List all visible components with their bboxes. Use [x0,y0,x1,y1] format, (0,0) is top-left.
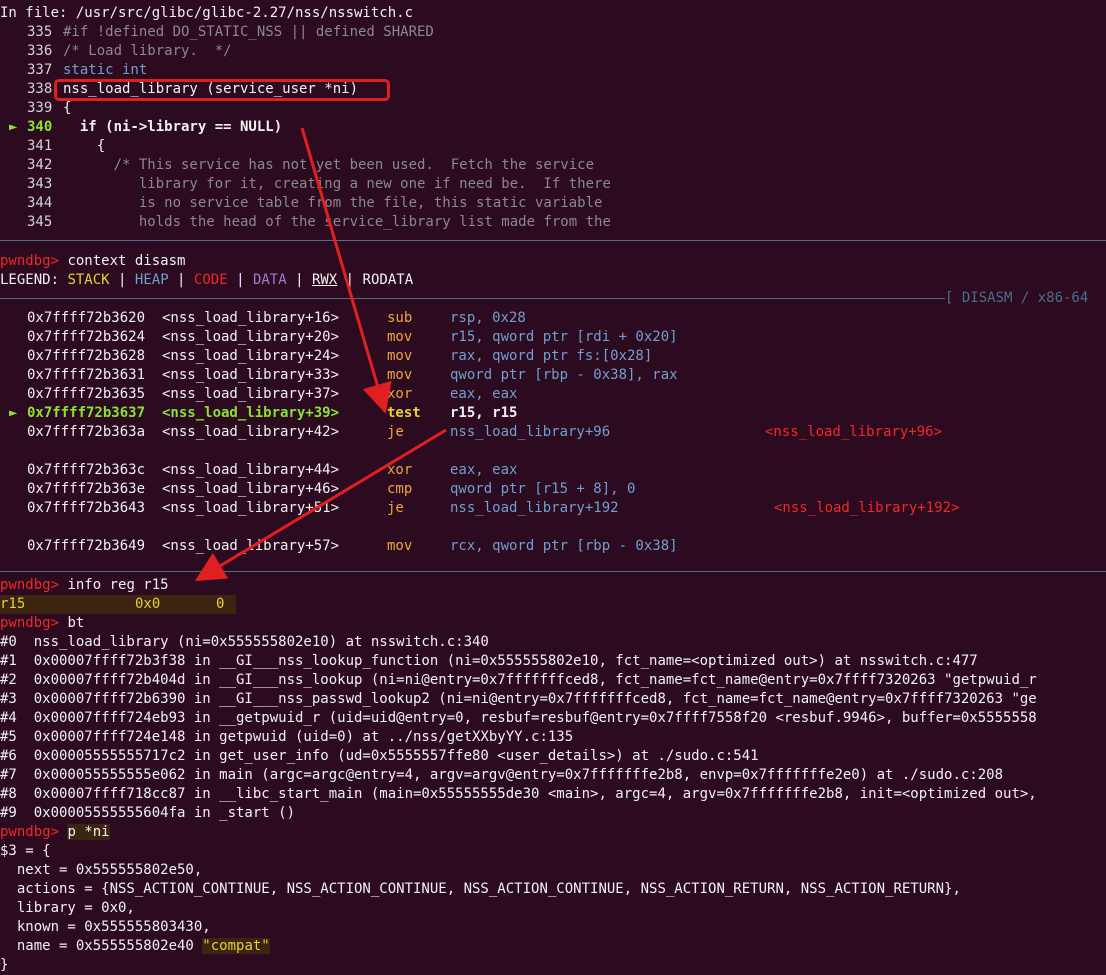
annotation-arrows [194,127,447,582]
arrow-to-info-reg [194,428,447,582]
arrow-to-test-instruction [300,127,392,414]
terminal-window[interactable]: In file: /usr/src/glibc/glibc-2.27/nss/n… [0,0,1106,973]
